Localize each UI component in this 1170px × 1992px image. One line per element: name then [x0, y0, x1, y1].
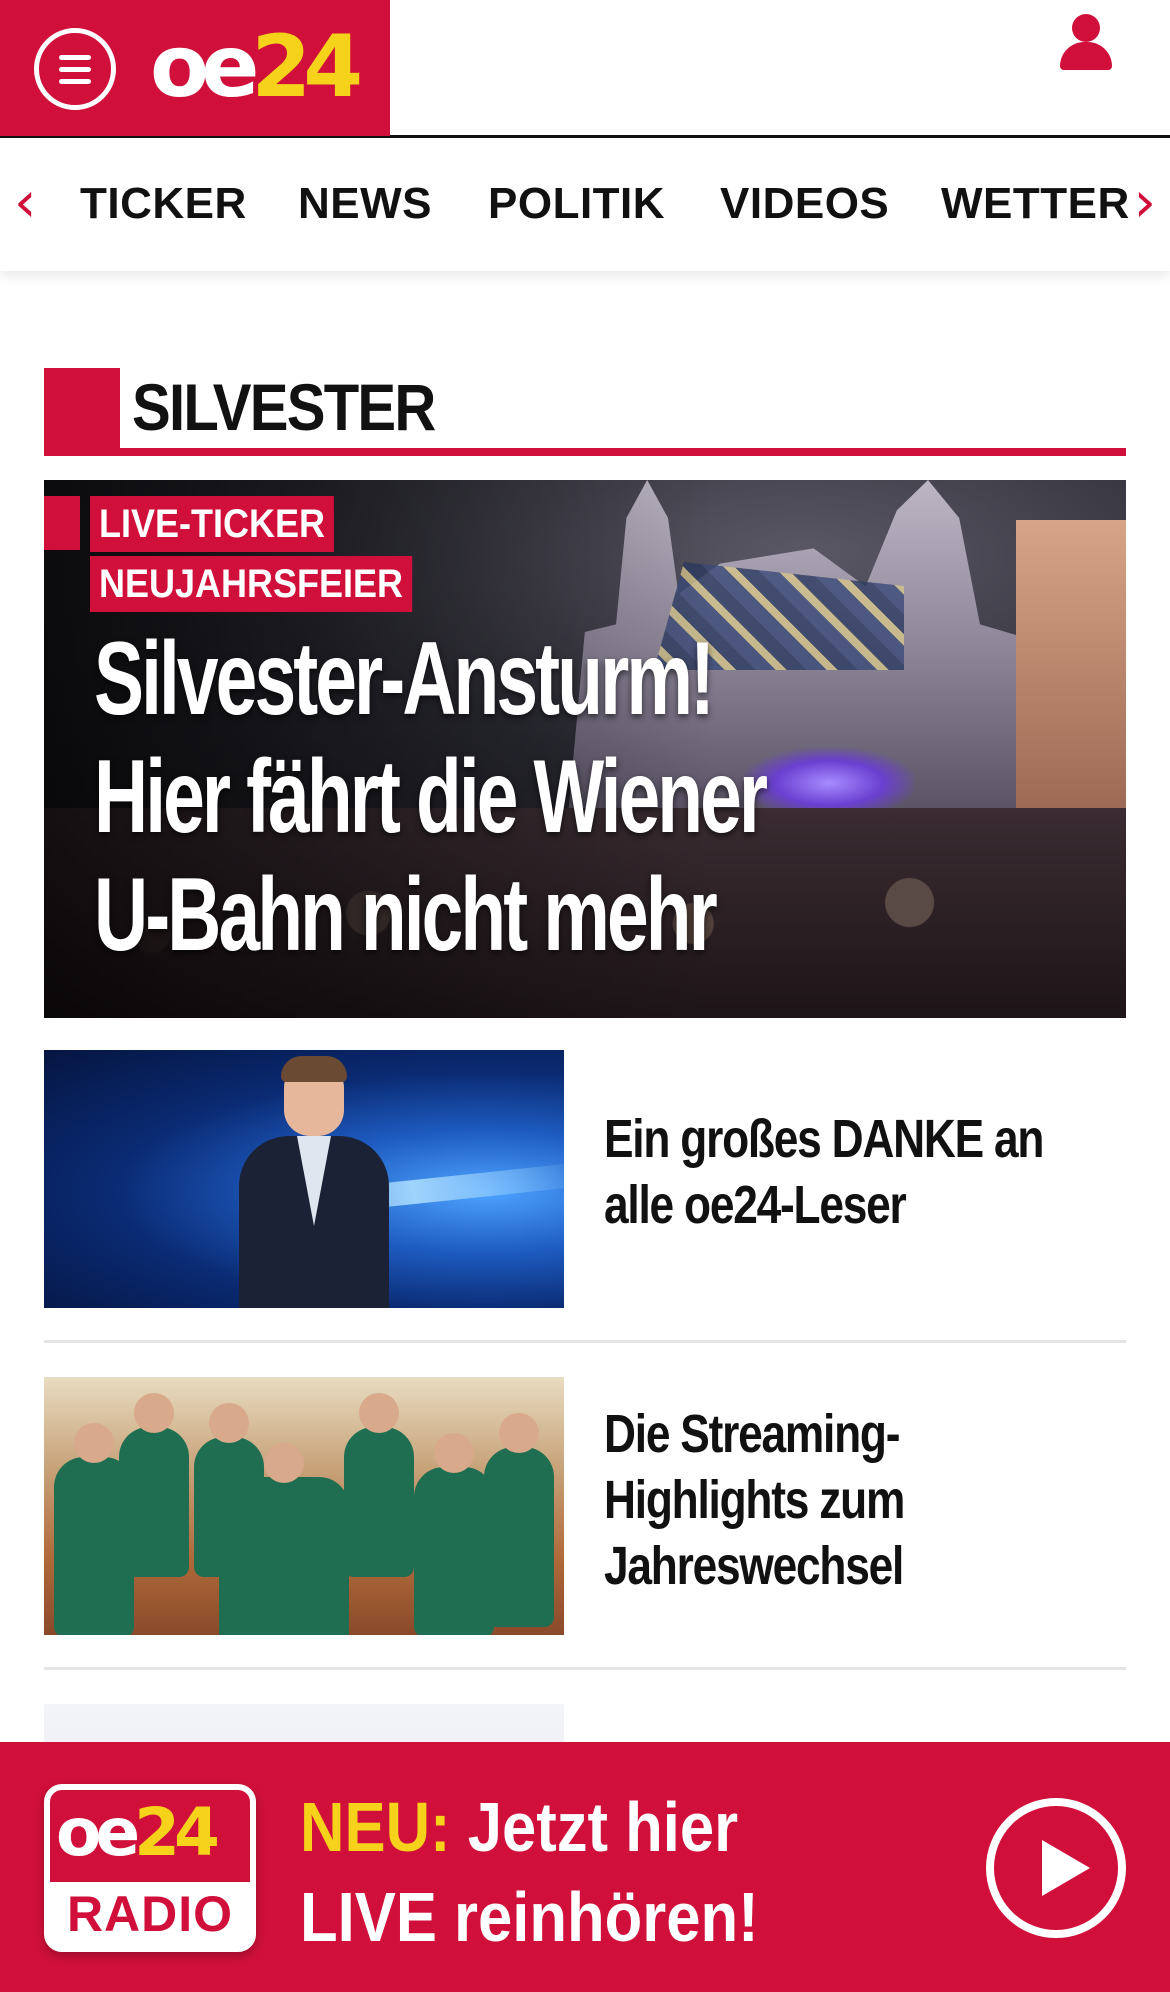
radio-line2: LIVE reinhören! [300, 1878, 759, 1956]
radio-new-label: NEU: [300, 1788, 451, 1866]
category-nav: ‹ TICKER NEWS POLITIK VIDEOS WETTER › [0, 139, 1170, 271]
chevron-left-icon[interactable]: ‹ [14, 173, 36, 233]
top-bar: oe24 [0, 0, 1170, 138]
radio-cta-text[interactable]: NEU: Jetzt hier LIVE reinhören! [300, 1782, 916, 1962]
article-title[interactable]: Die Streaming-Highlights zum Jahreswechs… [604, 1401, 1096, 1599]
radio-logo-24: 24 [134, 1794, 220, 1871]
nav-item-videos[interactable]: VIDEOS [720, 179, 889, 229]
hamburger-menu-icon[interactable] [34, 28, 116, 110]
oe24-logo[interactable]: oe24 [150, 22, 363, 112]
nav-item-politik[interactable]: POLITIK [488, 179, 665, 229]
article-title[interactable]: Ein großes DANKE an alle oe24-Leser [604, 1106, 1096, 1238]
hero-accent [44, 496, 80, 550]
hero-tag-live-ticker: LIVE-TICKER [90, 496, 335, 552]
user-icon[interactable] [1060, 14, 1112, 70]
nav-item-ticker[interactable]: TICKER [80, 179, 247, 229]
section-header: SILVESTER [44, 368, 1126, 456]
radio-banner[interactable]: oe24 RADIO NEU: Jetzt hier LIVE reinhöre… [0, 1742, 1170, 1992]
section-underline [44, 448, 1126, 456]
logo-text-oe: oe [150, 17, 259, 117]
hero-headline[interactable]: Silvester-Ansturm! Hier fährt die Wiener… [94, 620, 814, 974]
play-icon[interactable] [986, 1798, 1126, 1938]
section-title[interactable]: SILVESTER [132, 368, 436, 446]
brand-area: oe24 [0, 0, 390, 136]
hero-tag-neujahrsfeier: NEUJAHRSFEIER [90, 556, 413, 612]
divider [44, 1340, 1126, 1343]
chevron-right-icon[interactable]: › [1134, 173, 1156, 233]
nav-item-wetter[interactable]: WETTER [941, 179, 1130, 229]
divider [44, 1667, 1126, 1670]
radio-line1: Jetzt hier [467, 1788, 739, 1866]
article-teaser[interactable]: Ein großes DANKE an alle oe24-Leser [44, 1050, 1126, 1308]
article-thumbnail[interactable] [44, 1377, 564, 1635]
radio-logo-label: RADIO [50, 1882, 250, 1946]
section-accent [44, 368, 120, 456]
article-thumbnail[interactable] [44, 1050, 564, 1308]
article-teaser[interactable]: Die Streaming-Highlights zum Jahreswechs… [44, 1377, 1126, 1635]
nav-item-news[interactable]: NEWS [298, 179, 432, 229]
radio-logo-oe: oe [56, 1794, 140, 1871]
radio-logo[interactable]: oe24 RADIO [44, 1784, 256, 1952]
hero-article[interactable]: LIVE-TICKER NEUJAHRSFEIER Silvester-Anst… [44, 480, 1126, 1018]
logo-text-24: 24 [251, 17, 363, 117]
